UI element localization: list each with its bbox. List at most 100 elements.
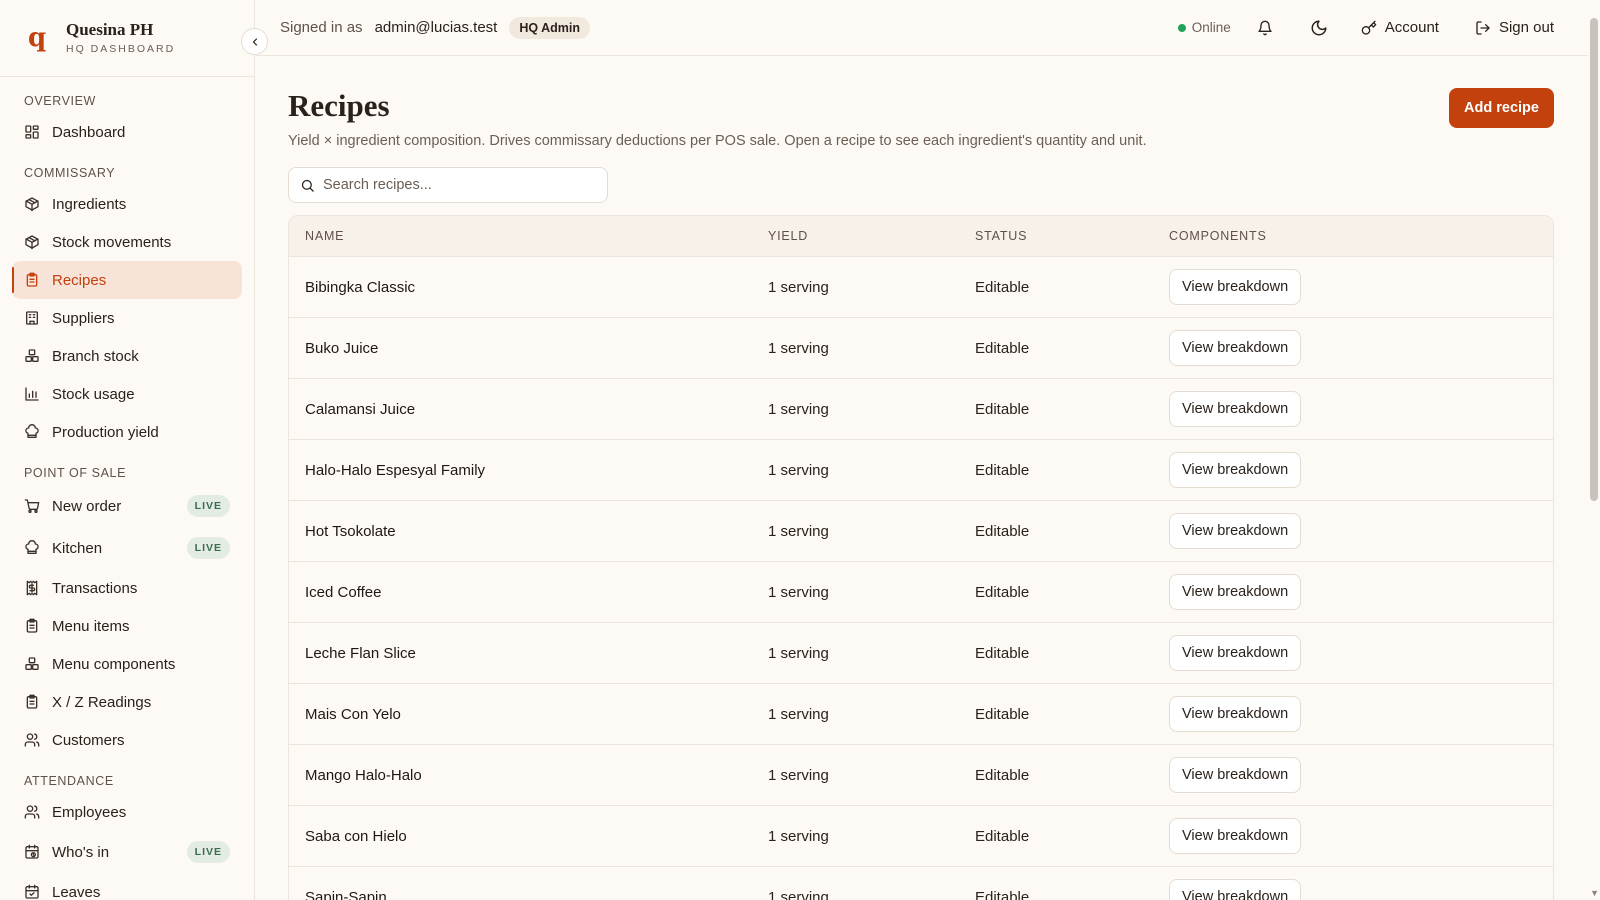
sidebar-item-menu-items[interactable]: Menu items [12, 607, 242, 645]
recipe-status: Editable [975, 644, 1030, 662]
sidebar-item-label: X / Z Readings [52, 693, 152, 711]
sidebar-item-recipes[interactable]: Recipes [12, 261, 242, 299]
sidebar: q Quesina PH HQ DASHBOARD OVERVIEW Dashbo… [0, 0, 268, 900]
sidebar-item-leaves[interactable]: Leaves [12, 873, 242, 900]
cart-icon [24, 498, 52, 514]
recipe-name[interactable]: Bibingka Classic [289, 279, 768, 296]
recipes-table: NAME YIELD STATUS COMPONENTS Bibingka Cl… [288, 215, 1554, 900]
user-email: admin@lucias.test [374, 19, 498, 36]
recipe-yield: 1 serving [768, 705, 829, 723]
sidebar-item-x-z-readings[interactable]: X / Z Readings [12, 683, 242, 721]
view-breakdown-button[interactable]: View breakdown [1169, 330, 1302, 366]
sidebar-item-branch-stock[interactable]: Branch stock [12, 337, 242, 375]
recipe-status: Editable [975, 705, 1030, 723]
sidebar-item-transactions[interactable]: Transactions [12, 569, 242, 607]
status-dot [1177, 23, 1186, 32]
view-breakdown-button[interactable]: View breakdown [1169, 513, 1302, 549]
column-header-status: STATUS [975, 229, 1028, 243]
recipe-name[interactable]: Halo-Halo Espesyal Family [289, 462, 768, 479]
box-icon [24, 196, 52, 212]
chart-icon [24, 386, 52, 402]
search-input[interactable] [323, 177, 593, 193]
log-out-icon [1476, 20, 1490, 35]
sidebar-item-employees[interactable]: Employees [12, 793, 242, 831]
recipe-name[interactable]: Saba con Hielo [289, 828, 768, 845]
page-description: Yield × ingredient composition. Drives c… [288, 133, 1147, 149]
status-label: Online [1191, 20, 1231, 35]
brand[interactable]: q Quesina PH HQ DASHBOARD [0, 0, 268, 77]
live-badge: LIVE [186, 495, 230, 517]
sidebar-item-label: New order [52, 497, 122, 515]
recipe-name[interactable]: Calamansi Juice [289, 401, 768, 418]
sidebar-item-label: Employees [52, 803, 127, 821]
sidebar-item-label: Stock usage [52, 385, 135, 403]
page-title: Recipes [288, 88, 390, 123]
recipe-name[interactable]: Sapin-Sapin [289, 889, 768, 900]
users-icon [24, 732, 52, 748]
key-icon [1361, 20, 1377, 35]
recipe-yield: 1 serving [768, 522, 829, 540]
recipe-yield: 1 serving [768, 339, 829, 357]
sidebar-item-label: Production yield [52, 423, 159, 441]
recipe-yield: 1 serving [768, 583, 829, 601]
sidebar-item-kitchen[interactable]: Kitchen LIVE [12, 527, 242, 569]
recipe-yield: 1 serving [768, 400, 829, 418]
sidebar-item-label: Menu components [52, 655, 176, 673]
sidebar-item-label: Leaves [52, 883, 101, 900]
nav-section-overview: OVERVIEW [24, 94, 96, 108]
sidebar-item-label: Who's in [52, 843, 110, 861]
recipe-name[interactable]: Iced Coffee [289, 584, 768, 601]
chef-hat-icon [24, 424, 52, 440]
account-link[interactable]: Account [1361, 19, 1439, 36]
view-breakdown-button[interactable]: View breakdown [1169, 635, 1302, 671]
recipe-name[interactable]: Leche Flan Slice [289, 645, 768, 662]
sidebar-item-label: Recipes [52, 271, 107, 289]
status-indicator: Online [1177, 20, 1231, 35]
view-breakdown-button[interactable]: View breakdown [1169, 818, 1302, 854]
recipe-yield: 1 serving [768, 644, 829, 662]
theme-toggle-button[interactable] [1307, 16, 1331, 40]
sidebar-item-production-yield[interactable]: Production yield [12, 413, 242, 451]
recipe-status: Editable [975, 766, 1030, 784]
sidebar-item-label: Dashboard [52, 123, 126, 141]
notifications-button[interactable] [1253, 16, 1277, 40]
sidebar-item-menu-components[interactable]: Menu components [12, 645, 242, 683]
sidebar-item-new-order[interactable]: New order LIVE [12, 485, 242, 527]
sign-out-label: Sign out [1498, 19, 1554, 36]
table-body: Bibingka Classic 1 serving Editable View… [289, 256, 1553, 900]
view-breakdown-button[interactable]: View breakdown [1169, 269, 1302, 305]
view-breakdown-button[interactable]: View breakdown [1169, 757, 1302, 793]
table-row: Halo-Halo Espesyal Family 1 serving Edit… [289, 439, 1553, 500]
recipe-name[interactable]: Hot Tsokolate [289, 523, 768, 540]
clipboard-icon [24, 272, 52, 288]
recipe-status: Editable [975, 339, 1030, 357]
sidebar-item-suppliers[interactable]: Suppliers [12, 299, 242, 337]
recipe-name[interactable]: Mais Con Yelo [289, 706, 768, 723]
page-scrollbar[interactable]: ▼ [1588, 0, 1600, 900]
view-breakdown-button[interactable]: View breakdown [1169, 452, 1302, 488]
sidebar-item-customers[interactable]: Customers [12, 721, 242, 759]
scroll-down-arrow[interactable]: ▼ [1590, 888, 1599, 898]
recipe-yield: 1 serving [768, 461, 829, 479]
recipe-name[interactable]: Mango Halo-Halo [289, 767, 768, 784]
add-recipe-button[interactable]: Add recipe [1449, 88, 1554, 128]
view-breakdown-button[interactable]: View breakdown [1169, 391, 1302, 427]
sidebar-item-who-s-in[interactable]: Who's in LIVE [12, 831, 242, 873]
sidebar-item-stock-movements[interactable]: Stock movements [12, 223, 242, 261]
view-breakdown-button[interactable]: View breakdown [1169, 574, 1302, 610]
nav-section-attendance: ATTENDANCE [24, 774, 114, 788]
scrollbar-thumb[interactable] [1590, 18, 1598, 501]
view-breakdown-button[interactable]: View breakdown [1169, 879, 1302, 900]
brand-logo: q [28, 23, 47, 53]
users-icon [24, 804, 52, 820]
main-content: Recipes Yield × ingredient composition. … [288, 56, 1554, 900]
sidebar-item-ingredients[interactable]: Ingredients [12, 185, 242, 223]
moon-icon [1311, 20, 1327, 35]
recipe-name[interactable]: Buko Juice [289, 340, 768, 357]
sidebar-item-stock-usage[interactable]: Stock usage [12, 375, 242, 413]
collapse-sidebar-button[interactable] [241, 28, 268, 55]
sidebar-item-dashboard[interactable]: Dashboard [12, 113, 242, 151]
view-breakdown-button[interactable]: View breakdown [1169, 696, 1302, 732]
live-badge: LIVE [186, 537, 230, 559]
sign-out-link[interactable]: Sign out [1475, 19, 1554, 36]
